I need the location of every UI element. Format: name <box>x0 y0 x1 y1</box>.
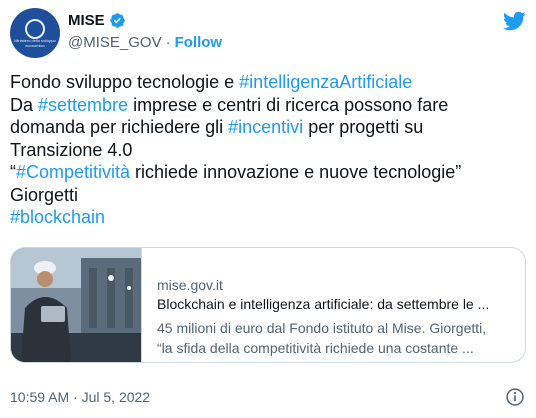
separator-dot: · <box>165 34 171 51</box>
account-name[interactable]: MISE <box>68 12 105 29</box>
hashtag-link[interactable]: #Competitività <box>16 162 130 182</box>
emblem-icon <box>25 19 45 39</box>
card-photo-illustration <box>11 248 141 362</box>
tweet-text-segment: domanda per richiedere gli <box>10 117 229 137</box>
card-description-line: “la sfida della competitività richiede u… <box>157 340 474 356</box>
tweet: Ministero dello sviluppo economico MISE … <box>0 0 536 418</box>
card-domain: mise.gov.it <box>157 277 223 293</box>
tweet-text-segment: Giorgetti <box>10 184 79 205</box>
card-image <box>11 248 142 362</box>
hashtag-link[interactable]: #intelligenzaArtificiale <box>239 72 412 92</box>
card-description: 45 milioni di euro dal Fondo istituto al… <box>157 318 486 358</box>
avatar-logo-text: Ministero dello sviluppo economico <box>14 38 56 48</box>
tweet-text: Fondo sviluppo tecnologie e #intelligenz… <box>10 71 530 229</box>
tweet-text-segment: Da <box>10 94 39 115</box>
tweet-text-line: Transizione 4.0 <box>10 139 530 162</box>
avatar[interactable]: Ministero dello sviluppo economico <box>10 8 60 58</box>
link-card[interactable]: mise.gov.it Blockchain e intelligenza ar… <box>10 247 526 363</box>
tweet-text-line: Da #settembre imprese e centri di ricerc… <box>10 94 530 117</box>
tweet-text-line: #blockchain <box>10 206 530 229</box>
name-row: MISE <box>68 12 222 29</box>
author-block: MISE @MISE_GOV · Follow <box>68 12 222 51</box>
tweet-text-line: Giorgetti <box>10 184 530 207</box>
tweet-text-segment: Fondo sviluppo tecnologie e <box>10 72 240 92</box>
tweet-text-segment: Transizione 4.0 <box>10 139 133 160</box>
handle-row: @MISE_GOV · Follow <box>68 34 222 51</box>
info-icon[interactable] <box>505 387 525 407</box>
tweet-text-segment: per progetti su <box>303 117 424 137</box>
hashtag-link[interactable]: #settembre <box>38 95 128 115</box>
tweet-timestamp[interactable]: 10:59 AM · Jul 5, 2022 <box>10 389 150 405</box>
card-title: Blockchain e intelligenza artificiale: d… <box>157 296 490 312</box>
tweet-text-line: Fondo sviluppo tecnologie e #intelligenz… <box>10 71 530 94</box>
hashtag-link[interactable]: #incentivi <box>228 117 303 137</box>
follow-button[interactable]: Follow <box>175 34 223 51</box>
tweet-text-line: domanda per richiedere gli #incentivi pe… <box>10 116 530 139</box>
verified-badge-icon <box>109 13 125 28</box>
hashtag-link[interactable]: #blockchain <box>10 207 105 227</box>
twitter-bird-icon[interactable] <box>502 9 526 33</box>
tweet-text-segment: richiede innovazione e nuove tecnologie” <box>130 162 462 182</box>
card-description-line: 45 milioni di euro dal Fondo istituto al… <box>157 320 487 336</box>
account-handle[interactable]: @MISE_GOV <box>68 34 162 51</box>
tweet-text-line: “#Competitività richiede innovazione e n… <box>10 161 530 184</box>
tweet-text-segment: imprese e centri di ricerca possono fare <box>128 94 449 115</box>
